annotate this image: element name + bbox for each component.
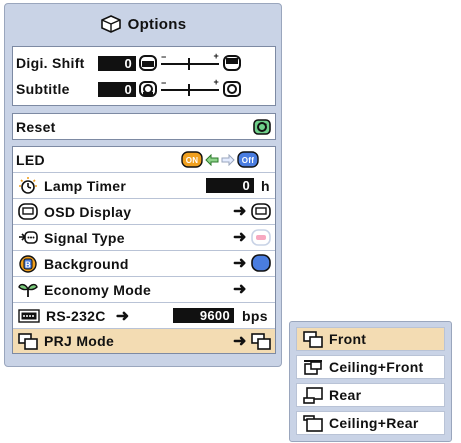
submenu-option-label: Ceiling+Front (329, 359, 424, 375)
led-left-arrow-icon (205, 153, 219, 166)
economy-mode-label: Economy Mode (44, 281, 152, 298)
background-icon: B (19, 254, 37, 273)
lamp-timer-label: Lamp Timer (44, 177, 127, 194)
ceiling-front-projection-icon (304, 359, 322, 375)
background-arrow-icon: ➜ (233, 255, 247, 272)
row-digi-shift[interactable]: Digi. Shift 0 − + (13, 51, 275, 75)
economy-mode-icon (18, 283, 38, 297)
rs232c-unit: bps (242, 307, 268, 324)
led-on-icon: ON (181, 151, 203, 168)
signal-type-icon (19, 231, 38, 244)
front-projection-icon (303, 330, 323, 348)
led-off-icon: Off (237, 151, 259, 168)
led-right-arrow-icon (221, 153, 235, 166)
row-economy-mode[interactable]: Economy Mode ➜ (13, 277, 275, 302)
row-osd-display[interactable]: OSD Display ➜ (13, 199, 275, 224)
prj-mode-icon (18, 332, 38, 350)
digi-shift-value: 0 (98, 55, 136, 71)
options-cube-icon (100, 15, 121, 33)
osd-display-target-icon (251, 203, 271, 220)
reset-label: Reset (16, 119, 56, 135)
subtitle-plus-icon (223, 81, 241, 97)
digi-shift-plus-icon (223, 55, 241, 71)
osd-display-icon (18, 203, 38, 220)
submenu-option-ceiling-front[interactable]: Ceiling+Front (296, 355, 445, 379)
ceiling-rear-projection-icon (303, 414, 323, 432)
submenu-option-label: Front (329, 331, 367, 347)
row-rs232c[interactable]: RS-232C ➜ 9600 bps (13, 303, 275, 328)
menu-title: Options (5, 10, 281, 38)
signal-type-label: Signal Type (44, 229, 125, 246)
subtitle-slider[interactable]: − + (159, 77, 221, 97)
digi-shift-slider[interactable]: − + (159, 51, 221, 71)
prj-mode-label: PRJ Mode (44, 333, 115, 349)
slider-minus-sign: − (161, 78, 167, 88)
reset-icon (253, 119, 271, 135)
led-off-text: Off (242, 156, 254, 165)
rear-projection-icon (303, 386, 323, 404)
led-on-text: ON (186, 156, 199, 165)
lamp-timer-value: 0 (206, 178, 254, 193)
signal-type-arrow-icon: ➜ (233, 229, 247, 246)
lamp-timer-unit: h (261, 177, 270, 194)
options-menu: Options Digi. Shift 0 − + Subtitle 0 − +… (4, 3, 282, 367)
submenu-option-label: Rear (329, 387, 362, 403)
row-prj-mode[interactable]: PRJ Mode ➜ (13, 329, 275, 353)
rs232c-port-icon (18, 308, 40, 323)
digi-shift-minus-icon (139, 55, 157, 71)
digi-shift-label: Digi. Shift (16, 55, 85, 71)
slider-plus-sign: + (213, 51, 219, 61)
subtitle-label: Subtitle (16, 81, 70, 97)
row-led[interactable]: LED ON Off (13, 148, 275, 172)
menu-title-text: Options (127, 15, 187, 33)
panel-reset: Reset (12, 113, 276, 140)
lamp-timer-icon (19, 176, 37, 194)
background-label: Background (44, 255, 129, 272)
submenu-option-label: Ceiling+Rear (329, 415, 419, 431)
osd-display-arrow-icon: ➜ (233, 203, 247, 220)
submenu-option-ceiling-rear[interactable]: Ceiling+Rear (296, 411, 445, 435)
economy-mode-arrow-icon: ➜ (233, 281, 247, 298)
svg-text:B: B (25, 260, 31, 269)
subtitle-value: 0 (98, 81, 136, 97)
subtitle-minus-icon (139, 81, 157, 97)
panel-settings-list: LED ON Off Lamp Timer 0 h OSD Display ➜ … (12, 146, 276, 354)
row-lamp-timer: Lamp Timer 0 h (13, 173, 275, 198)
background-target-icon (251, 254, 271, 272)
prj-mode-arrow-icon: ➜ (233, 333, 247, 350)
osd-display-label: OSD Display (44, 203, 132, 220)
submenu-option-rear[interactable]: Rear (296, 383, 445, 407)
row-background[interactable]: B Background ➜ (13, 251, 275, 276)
rs232c-value: 9600 (173, 308, 234, 323)
led-label: LED (16, 152, 45, 168)
slider-plus-sign: + (213, 77, 219, 87)
slider-minus-sign: − (161, 52, 167, 62)
prj-mode-submenu: Front Ceiling+Front Rear Ceiling+Rear (289, 321, 452, 442)
rs232c-label: RS-232C (46, 307, 106, 324)
panel-adjust: Digi. Shift 0 − + Subtitle 0 − + (12, 46, 276, 106)
signal-type-target-icon (251, 229, 271, 246)
rs232c-arrow-icon: ➜ (115, 307, 130, 325)
prj-mode-target-icon (251, 333, 271, 350)
row-reset[interactable]: Reset (13, 116, 275, 138)
row-subtitle[interactable]: Subtitle 0 − + (13, 77, 275, 101)
row-signal-type[interactable]: Signal Type ➜ (13, 225, 275, 250)
submenu-option-front[interactable]: Front (296, 327, 445, 351)
